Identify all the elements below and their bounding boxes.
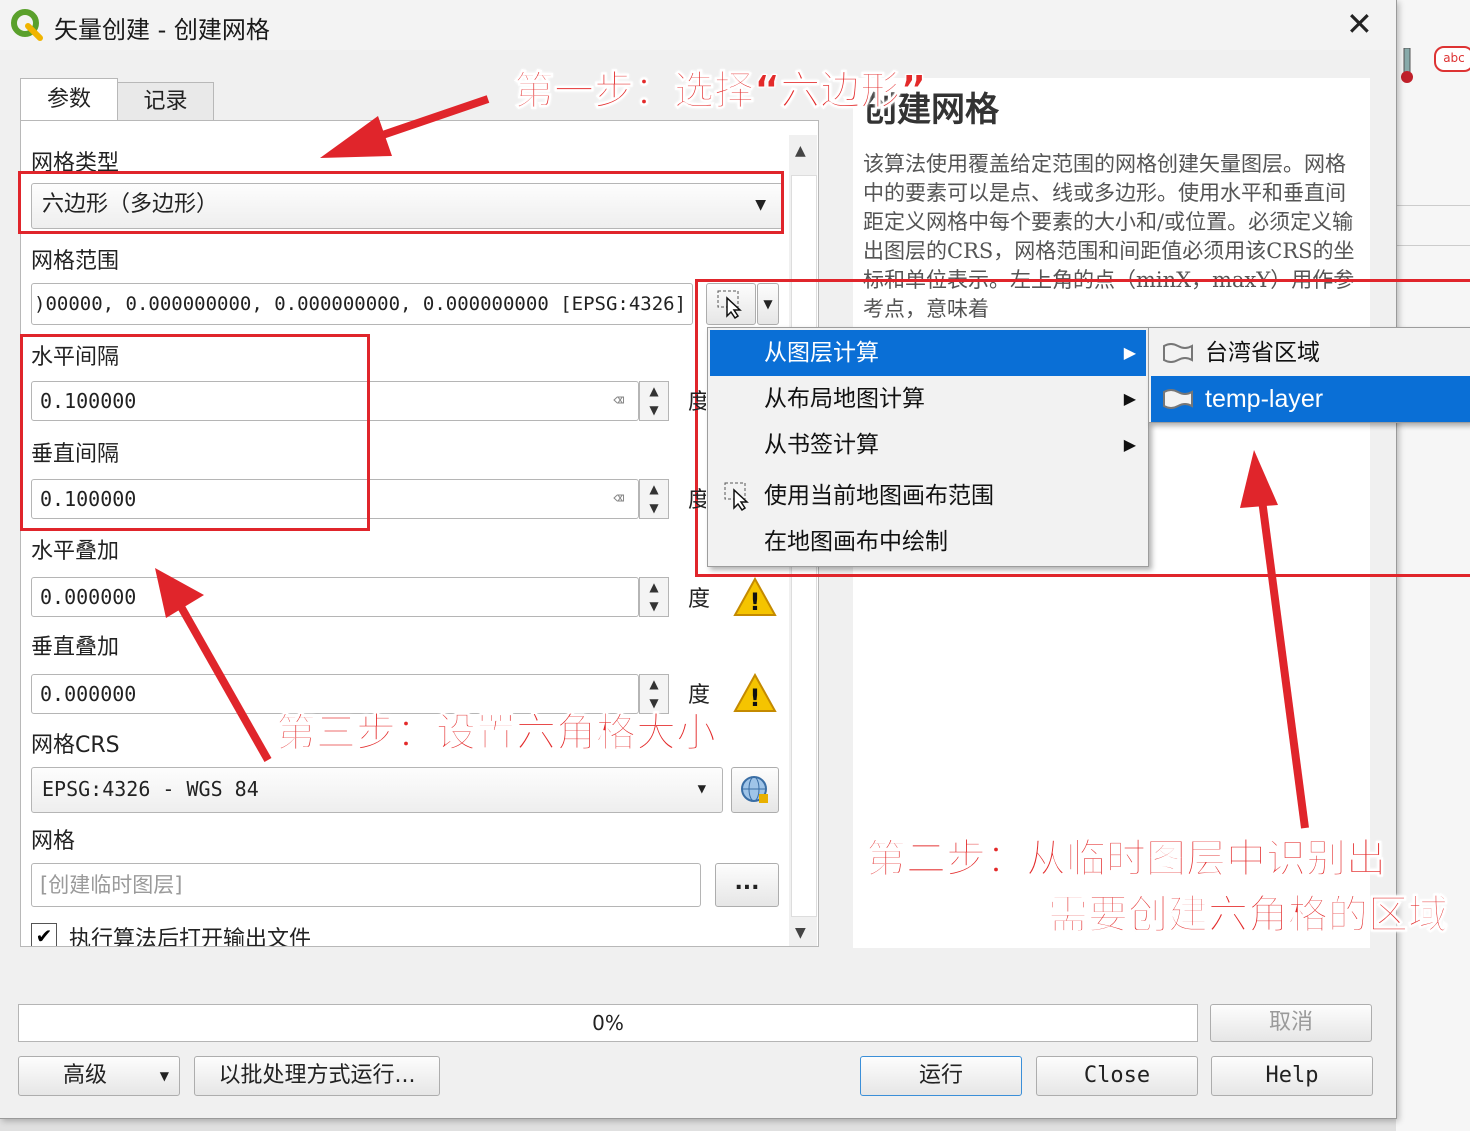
progress-text: 0%	[592, 1011, 624, 1035]
globe-icon	[741, 776, 768, 803]
h-spacing-spinner[interactable]: ▲ ▼	[639, 381, 669, 421]
h-overlay-unit: 度	[688, 587, 711, 612]
warning-icon: !	[733, 672, 777, 713]
annotation-step2-line1: 第二步：从临时图层中识别出	[866, 836, 1387, 883]
progress-bar: 0%	[18, 1004, 1198, 1042]
annotation-box-spacing	[20, 334, 370, 531]
crs-select-button[interactable]	[731, 767, 779, 813]
output-input[interactable]: [创建临时图层]	[31, 863, 701, 907]
crs-value: EPSG:4326 - WGS 84	[42, 777, 259, 801]
v-spacing-spinner[interactable]: ▲ ▼	[639, 479, 669, 519]
open-after-label: 执行算法后打开输出文件	[69, 927, 312, 947]
batch-run-button[interactable]: 以批处理方式运行...	[194, 1056, 440, 1096]
tab-log[interactable]: 记录	[117, 82, 214, 121]
chevron-down-icon: ▼	[697, 781, 706, 797]
chevron-down-icon: ▼	[159, 1069, 169, 1083]
h-spacing-unit: 度	[688, 390, 706, 415]
close-button[interactable]: Close	[1036, 1056, 1198, 1096]
scroll-down-arrow[interactable]: ▼	[795, 925, 806, 941]
title-bar: 矢量创建 - 创建网格 ✕	[0, 0, 1396, 50]
background-toolbar-line	[1396, 205, 1470, 206]
advanced-button[interactable]: 高级 ▼	[18, 1056, 180, 1096]
grid-extent-input[interactable]: )00000, 0.000000000, 0.000000000, 0.0000…	[31, 283, 693, 325]
label-badge-icon: abc	[1434, 46, 1470, 72]
svg-text:!: !	[750, 588, 761, 616]
annotation-box-grid-type	[18, 171, 784, 234]
tab-parameters[interactable]: 参数	[20, 78, 118, 121]
warning-icon: !	[733, 576, 777, 617]
output-label: 网格	[31, 829, 76, 854]
v-overlay-label: 垂直叠加	[31, 635, 120, 660]
clear-icon[interactable]: ⌫	[613, 480, 624, 518]
output-browse-button[interactable]: ...	[715, 863, 779, 907]
annotation-box-extent-menu	[695, 279, 1470, 577]
open-after-checkbox[interactable]: ✔	[31, 923, 57, 946]
annotation-step3: 第三步：设置六角格大小	[276, 710, 717, 757]
h-overlay-input[interactable]: 0.000000	[31, 577, 639, 617]
scroll-up-arrow[interactable]: ▲	[795, 143, 806, 159]
crs-combo[interactable]: EPSG:4326 - WGS 84 ▼	[31, 767, 723, 813]
clear-icon[interactable]: ⌫	[613, 382, 624, 420]
annotation-step1: 第一步：选择“六边形”	[514, 68, 928, 115]
help-button[interactable]: Help	[1211, 1056, 1373, 1096]
thermometer-icon	[1400, 47, 1414, 84]
grid-extent-label: 网格范围	[31, 249, 120, 274]
h-overlay-label: 水平叠加	[31, 539, 120, 564]
cancel-button[interactable]: 取消	[1210, 1004, 1372, 1042]
background-map-strip	[0, 1118, 1396, 1131]
h-overlay-spinner[interactable]: ▲ ▼	[639, 577, 669, 617]
close-icon[interactable]: ✕	[1346, 6, 1373, 42]
svg-text:!: !	[750, 684, 761, 712]
window-title: 矢量创建 - 创建网格	[54, 16, 270, 44]
background-toolbar-line	[1396, 245, 1470, 246]
qgis-logo-icon	[10, 8, 44, 42]
v-spacing-unit: 度	[688, 488, 706, 513]
annotation-step2-line2: 需要创建六角格的区域	[1048, 892, 1449, 939]
crs-label: 网格CRS	[31, 733, 120, 758]
run-button[interactable]: 运行	[860, 1056, 1022, 1096]
advanced-label: 高级	[63, 1063, 108, 1088]
